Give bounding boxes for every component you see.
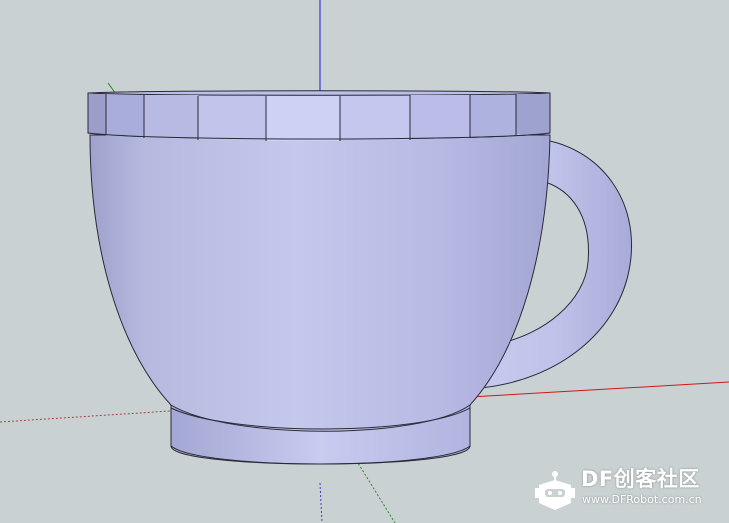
modeling-viewport[interactable]: DF创客社区 www.DFRobot.com.cn (0, 0, 729, 523)
watermark: DF创客社区 www.DFRobot.com.cn (533, 467, 723, 513)
watermark-url: www.DFRobot.com.cn (582, 493, 702, 506)
watermark-title: DF创客社区 (581, 467, 700, 491)
robot-head-icon (535, 471, 575, 510)
red-axis (469, 381, 729, 398)
cup-body (89, 134, 551, 432)
blue-axis-dotted (319, 482, 323, 523)
red-axis-dotted (0, 410, 171, 423)
teacup-3d-model[interactable] (0, 0, 729, 523)
